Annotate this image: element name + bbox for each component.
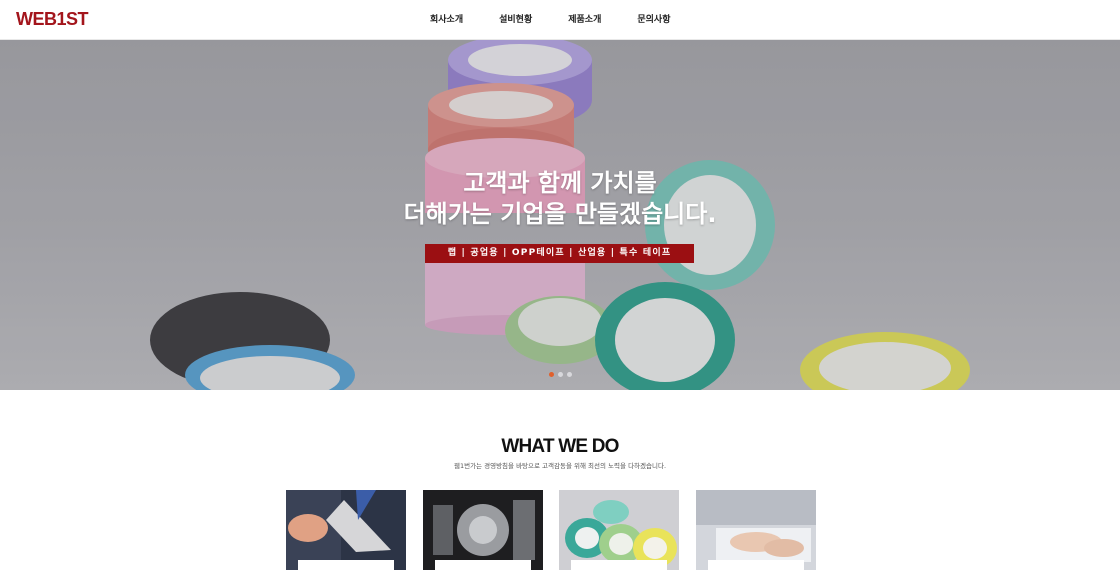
site-logo[interactable]: WEB1ST <box>16 9 89 30</box>
service-card-4[interactable] <box>695 490 816 570</box>
nav-products[interactable]: 제품소개 <box>568 0 601 40</box>
business-card-icon <box>286 490 406 570</box>
hero-title-line2: 더해가는 기업을 만들겠습니다. <box>403 200 717 228</box>
card-label-box <box>298 560 394 570</box>
section-title: WHAT WE DO <box>501 436 619 457</box>
nav-inquiry[interactable]: 문의사항 <box>637 0 670 40</box>
hero-title-line1: 고객과 함께 가치를 <box>463 169 657 197</box>
slider-dot-3[interactable] <box>567 372 572 377</box>
keyboard-typing-icon <box>695 490 816 570</box>
hero-tags-banner: 랩 | 공업용 | OPP테이프 | 산업용 | 특수 테이프 <box>425 244 694 263</box>
slider-dot-1[interactable] <box>549 372 554 377</box>
service-cards <box>286 490 832 570</box>
hero-slider: 고객과 함께 가치를 더해가는 기업을 만들겠습니다. 랩 | 공업용 | OP… <box>0 40 1120 390</box>
card-label-box <box>707 560 804 570</box>
card-label-box <box>434 560 531 570</box>
service-card-3[interactable] <box>559 490 679 570</box>
slider-pagination <box>549 372 576 377</box>
service-card-2[interactable] <box>422 490 543 570</box>
service-card-1[interactable] <box>286 490 406 570</box>
slider-dot-2[interactable] <box>558 372 563 377</box>
main-nav: 회사소개 설비현황 제품소개 문의사항 <box>430 0 707 40</box>
card-label-box <box>571 560 667 570</box>
section-subtitle: 웹1번가는 경영방침을 바탕으로 고객감동을 위해 최선의 노력을 다하겠습니다… <box>453 462 667 470</box>
site-header: WEB1ST 회사소개 설비현황 제품소개 문의사항 <box>0 0 1120 40</box>
machinery-icon <box>422 490 543 570</box>
nav-equipment[interactable]: 설비현황 <box>499 0 532 40</box>
nav-company[interactable]: 회사소개 <box>430 0 463 40</box>
tape-rolls-icon <box>559 490 679 570</box>
